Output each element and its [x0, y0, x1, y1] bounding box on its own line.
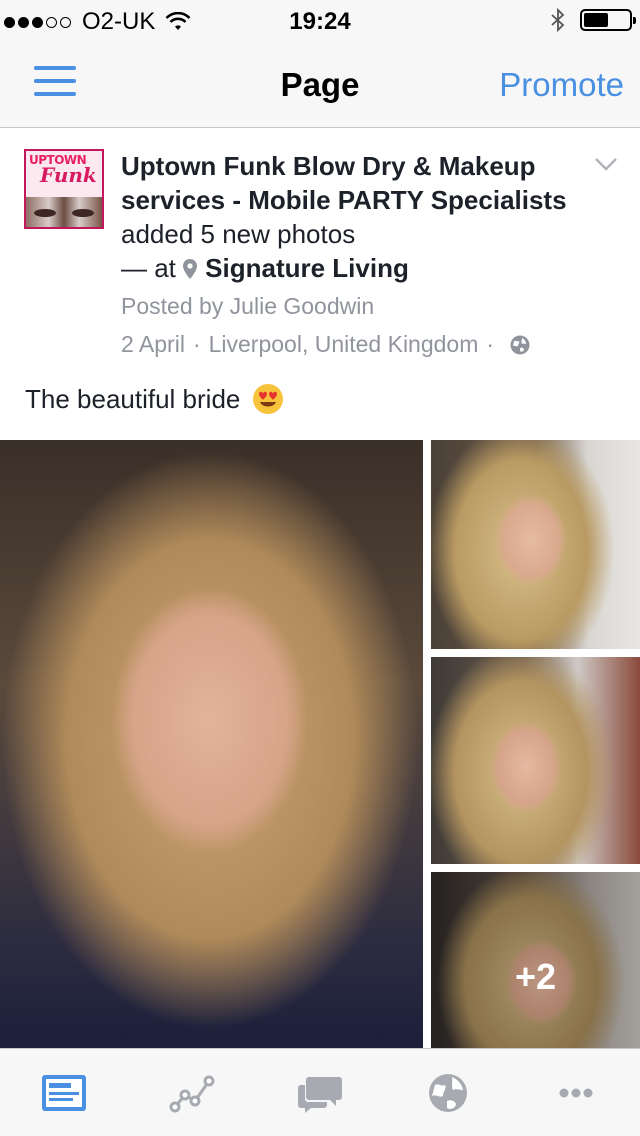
page-name-link[interactable]: Uptown Funk Blow Dry & Makeup services -… — [121, 151, 567, 215]
wifi-icon — [165, 12, 191, 30]
status-left: O2-UK — [4, 8, 191, 36]
post-header: UPTOWN Funk Uptown Funk Blow Dry & Makeu… — [0, 129, 640, 369]
post-place[interactable]: Liverpool, United Kingdom — [209, 331, 479, 358]
location-link[interactable]: Signature Living — [205, 253, 409, 283]
post-meta: 2 April · Liverpool, United Kingdom · — [121, 331, 530, 358]
post-action: added 5 new photos — [121, 219, 356, 249]
avatar-photo — [26, 197, 102, 227]
bluetooth-icon — [551, 8, 565, 32]
avatar-logo-script: Funk — [40, 163, 97, 187]
promote-button[interactable]: Promote — [499, 66, 624, 104]
caption-text: The beautiful bride — [25, 383, 241, 414]
globe-icon — [429, 1073, 467, 1112]
post-photo-1[interactable] — [0, 440, 423, 1050]
public-globe-icon — [510, 335, 530, 354]
tab-news-feed[interactable] — [0, 1049, 128, 1136]
carrier-name: O2-UK — [82, 8, 156, 35]
menu-icon[interactable] — [34, 66, 76, 98]
news-feed-icon — [42, 1074, 86, 1111]
tab-bar — [0, 1048, 640, 1136]
status-right — [550, 8, 636, 32]
status-bar: O2-UK 19:24 — [0, 0, 640, 40]
post-caption: The beautiful bride — [25, 383, 284, 415]
battery-level — [584, 13, 609, 27]
navigation-bar: Page Promote — [0, 40, 640, 128]
tab-messages[interactable] — [256, 1049, 384, 1136]
more-icon — [559, 1088, 593, 1097]
post-photo-4[interactable] — [431, 872, 640, 1050]
separator: · — [192, 331, 201, 357]
messages-icon — [298, 1076, 342, 1113]
post-photo-3[interactable] — [431, 657, 640, 864]
tab-more[interactable] — [512, 1049, 640, 1136]
post-date[interactable]: 2 April — [121, 331, 185, 358]
at-text: — at — [121, 253, 176, 283]
insights-icon — [169, 1075, 215, 1112]
tab-notifications[interactable] — [384, 1049, 512, 1136]
chevron-down-icon[interactable] — [594, 157, 618, 171]
battery-icon — [580, 9, 636, 31]
tab-insights[interactable] — [128, 1049, 256, 1136]
heart-eyes-emoji-icon — [253, 384, 284, 414]
post-headline: Uptown Funk Blow Dry & Makeup services -… — [121, 149, 581, 285]
posted-by: Posted by Julie Goodwin — [121, 293, 375, 319]
post-photo-2[interactable] — [431, 440, 640, 649]
separator: · — [486, 331, 495, 357]
page-avatar[interactable]: UPTOWN Funk — [24, 149, 104, 229]
location-pin-icon — [183, 259, 198, 279]
signal-strength-icon — [4, 16, 74, 28]
